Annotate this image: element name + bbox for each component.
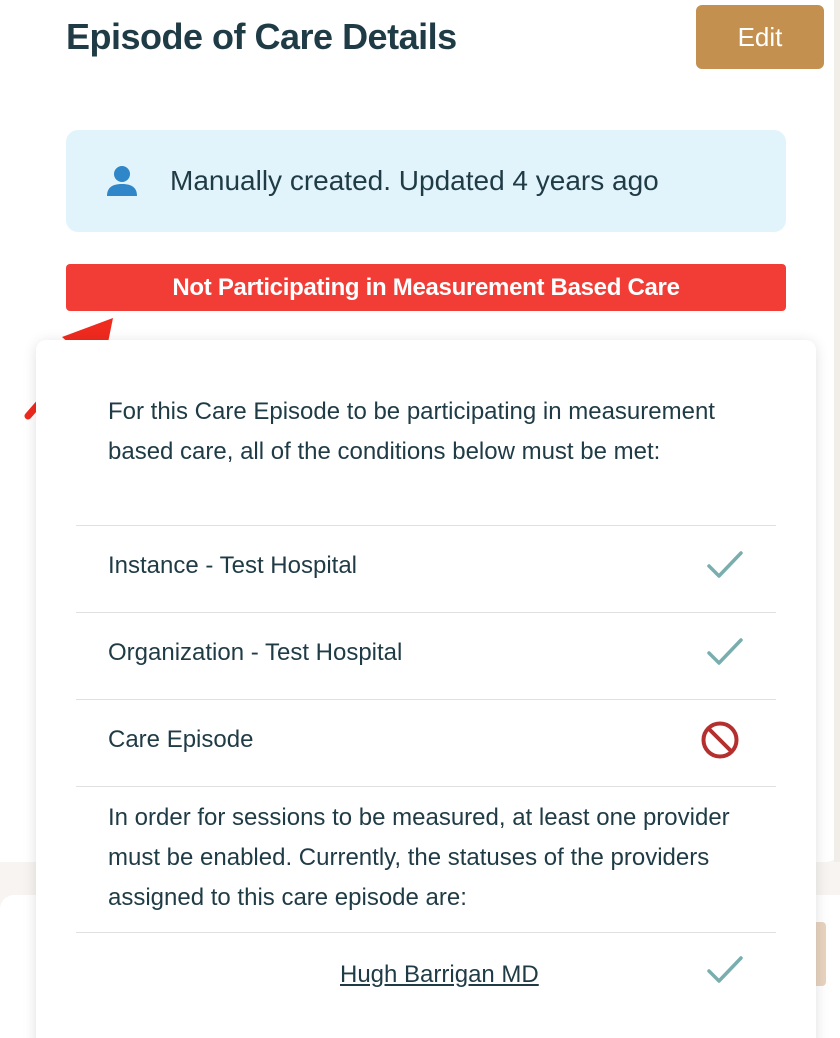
info-banner-text: Manually created. Updated 4 years ago	[170, 165, 659, 196]
participation-status-badge[interactable]: Not Participating in Measurement Based C…	[66, 264, 786, 311]
conditions-intro: For this Care Episode to be participatin…	[108, 398, 715, 465]
prohibited-icon	[701, 721, 739, 759]
checkmark-icon	[707, 956, 743, 983]
page-title: Episode of Care Details	[66, 16, 457, 57]
info-banner: Manually created. Updated 4 years ago	[66, 130, 786, 232]
edit-button[interactable]: Edit	[696, 5, 824, 69]
page: Episode of Care Details Edit Manually cr…	[0, 0, 840, 1038]
condition-row: Instance - Test Hospital	[76, 525, 776, 612]
checkmark-icon	[707, 638, 743, 665]
condition-row: Care Episode	[76, 699, 776, 786]
checkmark-icon	[707, 551, 743, 578]
provider-link[interactable]: Hugh Barrigan MD	[340, 961, 539, 989]
participation-popover: For this Care Episode to be participatin…	[36, 340, 816, 1038]
provider-row: Hugh Barrigan MD	[76, 932, 776, 1019]
condition-label: Care Episode	[108, 726, 254, 753]
condition-row: Organization - Test Hospital	[76, 612, 776, 699]
condition-label: Instance - Test Hospital	[108, 552, 358, 579]
card-edge	[834, 0, 840, 862]
condition-label: Organization - Test Hospital	[108, 639, 403, 666]
providers-intro: In order for sessions to be measured, at…	[108, 804, 730, 911]
divider	[76, 786, 776, 787]
user-icon	[107, 166, 137, 196]
participation-status-text: Not Participating in Measurement Based C…	[172, 273, 680, 301]
